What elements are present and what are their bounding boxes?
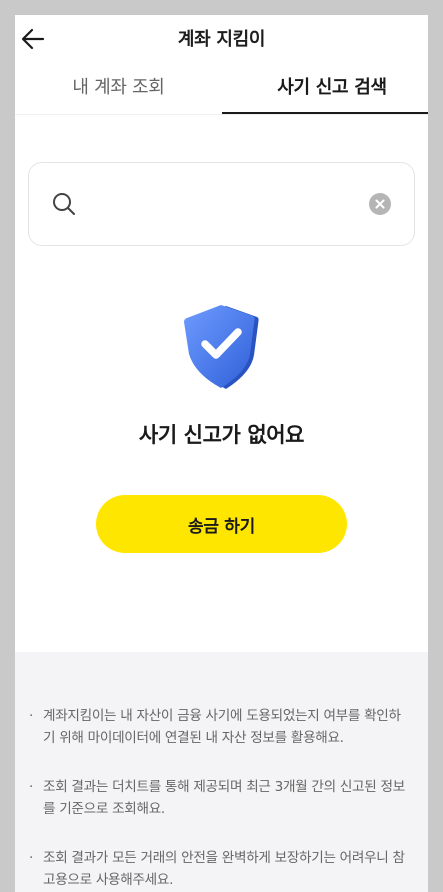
notice-text: 조회 결과는 더치트를 통해 제공되며 최근 3개월 간의 신고된 정보를 기준… [43, 779, 405, 817]
app-screen: 계좌 지킴이 내 계좌 조회 사기 신고 검색 사기 신고가 없어요 송금 하기… [15, 15, 428, 892]
page-title: 계좌 지킴이 [177, 29, 266, 50]
clear-icon[interactable] [369, 193, 391, 215]
search-icon [53, 193, 75, 215]
send-money-button[interactable]: 송금 하기 [96, 495, 347, 553]
tab-active-indicator [222, 112, 428, 114]
tab-fraud-search[interactable]: 사기 신고 검색 [222, 67, 428, 115]
notice-item: · 조회 결과가 모든 거래의 안전을 완벽하게 보장하기는 어려우니 참고용으… [29, 847, 409, 891]
bullet: · [29, 779, 34, 795]
result-message: 사기 신고가 없어요 [138, 423, 305, 447]
tab-bar: 내 계좌 조회 사기 신고 검색 [15, 67, 428, 115]
header: 계좌 지킴이 [15, 15, 428, 63]
notice-item: · 조회 결과는 더치트를 통해 제공되며 최근 3개월 간의 신고된 정보를 … [29, 776, 409, 820]
notice-section: · 계좌지킴이는 내 자산이 금융 사기에 도용되었는지 여부를 확인하기 위해… [15, 652, 428, 892]
shield-check-icon [184, 305, 259, 389]
notice-text: 조회 결과가 모든 거래의 안전을 완벽하게 보장하기는 어려우니 참고용으로 … [43, 850, 405, 888]
bullet: · [29, 708, 34, 724]
tab-my-accounts[interactable]: 내 계좌 조회 [15, 67, 222, 115]
notice-item: · 계좌지킴이는 내 자산이 금융 사기에 도용되었는지 여부를 확인하기 위해… [29, 705, 409, 749]
tab-divider [15, 114, 428, 115]
search-field[interactable] [28, 162, 415, 246]
notice-text: 계좌지킴이는 내 자산이 금융 사기에 도용되었는지 여부를 확인하기 위해 마… [43, 708, 401, 746]
bullet: · [29, 850, 34, 866]
